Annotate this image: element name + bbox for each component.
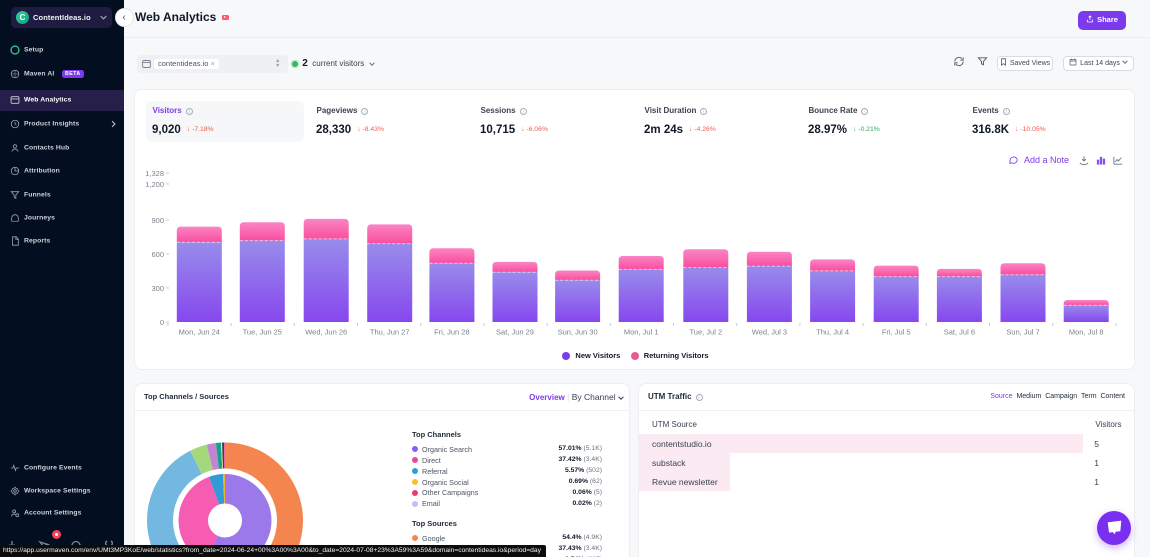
svg-text:300: 300 [151, 284, 164, 293]
svg-text:Mon, Jul 1: Mon, Jul 1 [624, 327, 659, 336]
svg-text:Thu, Jul 4: Thu, Jul 4 [816, 327, 849, 336]
svg-text:Fri, Jun 28: Fri, Jun 28 [434, 327, 469, 336]
svg-text:Tue, Jun 25: Tue, Jun 25 [243, 327, 282, 336]
svg-text:Sun, Jun 30: Sun, Jun 30 [558, 327, 598, 336]
svg-text:Sun, Jul 7: Sun, Jul 7 [1006, 327, 1039, 336]
svg-text:Thu, Jun 27: Thu, Jun 27 [370, 327, 410, 336]
svg-text:Sat, Jun 29: Sat, Jun 29 [496, 327, 534, 336]
svg-text:1,200: 1,200 [145, 180, 164, 189]
svg-text:Wed, Jul 3: Wed, Jul 3 [752, 327, 787, 336]
svg-text:Mon, Jun 24: Mon, Jun 24 [179, 327, 220, 336]
svg-text:1,328: 1,328 [145, 169, 164, 178]
svg-text:Tue, Jul 2: Tue, Jul 2 [689, 327, 722, 336]
svg-text:Wed, Jun 26: Wed, Jun 26 [305, 327, 347, 336]
svg-text:600: 600 [151, 250, 164, 259]
svg-text:900: 900 [151, 216, 164, 225]
svg-text:Mon, Jul 8: Mon, Jul 8 [1069, 327, 1104, 336]
svg-text:0: 0 [160, 318, 164, 327]
svg-text:Fri, Jul 5: Fri, Jul 5 [882, 327, 911, 336]
svg-text:Sat, Jul 6: Sat, Jul 6 [944, 327, 975, 336]
